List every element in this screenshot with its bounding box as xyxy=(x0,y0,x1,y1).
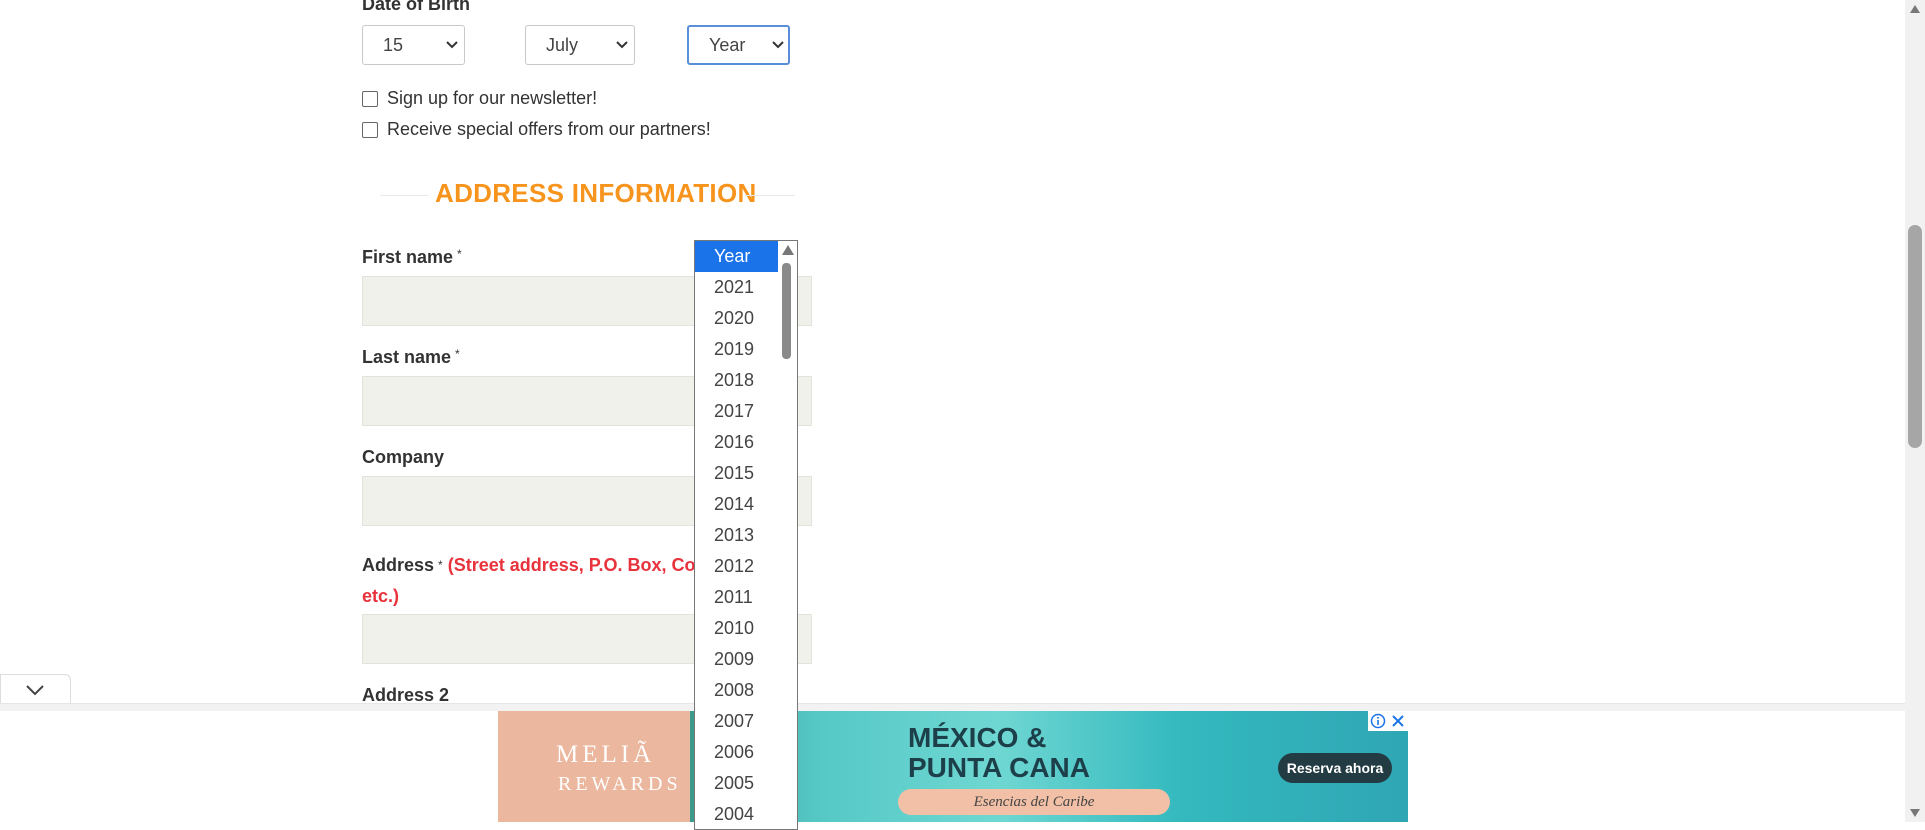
offers-checkbox[interactable] xyxy=(362,122,378,138)
year-option[interactable]: 2011 xyxy=(695,582,778,613)
required-mark: * xyxy=(455,347,460,361)
address-note-continued: etc.) xyxy=(362,586,400,606)
year-option[interactable]: 2017 xyxy=(695,396,778,427)
ad-cta-button[interactable]: Reserva ahora xyxy=(1278,753,1392,783)
year-option[interactable]: 2018 xyxy=(695,365,778,396)
year-option[interactable]: 2009 xyxy=(695,644,778,675)
first-name-label-text: First name xyxy=(362,247,454,267)
scroll-up-icon[interactable] xyxy=(1909,4,1921,14)
year-option[interactable]: 2006 xyxy=(695,737,778,768)
section-divider-left xyxy=(380,195,428,196)
required-mark: * xyxy=(457,247,462,261)
last-name-label-text: Last name xyxy=(362,347,452,367)
offers-label: Receive special offers from our partners… xyxy=(387,119,711,139)
year-option[interactable]: Year xyxy=(695,241,778,272)
ad-banner[interactable]: MELIÃ REWARDS MÉXICO & PUNTA CANA Esenci… xyxy=(498,711,1408,822)
year-option[interactable]: 2008 xyxy=(695,675,778,706)
ad-collapse-button[interactable] xyxy=(0,674,71,704)
ad-controls xyxy=(1368,711,1408,731)
year-option[interactable]: 2019 xyxy=(695,334,778,365)
year-option[interactable]: 2021 xyxy=(695,272,778,303)
year-dropdown-list[interactable]: Year 2021 2020 2019 2018 2017 2016 2015 2014 2013… xyxy=(694,240,798,830)
year-option[interactable]: 2014 xyxy=(695,489,778,520)
ad-brand-sub: REWARDS xyxy=(558,773,682,795)
ad-bar-separator xyxy=(0,703,1905,711)
dob-label: Date of Birth xyxy=(362,0,470,14)
year-option[interactable]: 2020 xyxy=(695,303,778,334)
ad-headline-line1: MÉXICO & xyxy=(908,722,1047,753)
year-option[interactable]: 2012 xyxy=(695,551,778,582)
address-note: (Street address, P.O. Box, Com xyxy=(447,555,712,575)
ad-tagline: Esencias del Caribe xyxy=(898,789,1170,815)
section-title: ADDRESS INFORMATION xyxy=(435,178,757,208)
dob-year-select[interactable]: Year xyxy=(687,25,790,65)
company-label: Company xyxy=(362,447,445,467)
ad-headline-line2: PUNTA CANA xyxy=(908,752,1090,783)
year-option[interactable]: 2016 xyxy=(695,427,778,458)
first-name-label: First name * xyxy=(362,247,462,268)
dropdown-scroll-thumb[interactable] xyxy=(782,263,791,359)
address-label-text: Address xyxy=(362,555,435,575)
last-name-label: Last name * xyxy=(362,347,460,368)
required-mark: * xyxy=(438,558,443,572)
dob-month-select[interactable]: July xyxy=(525,25,635,65)
newsletter-label: Sign up for our newsletter! xyxy=(387,88,598,108)
year-option[interactable]: 2005 xyxy=(695,768,778,799)
page-scroll-thumb[interactable] xyxy=(1908,225,1922,448)
info-icon[interactable] xyxy=(1370,713,1386,729)
year-option[interactable]: 2015 xyxy=(695,458,778,489)
dob-day-select[interactable]: 15 xyxy=(362,25,465,65)
ad-brand-name: MELIÃ xyxy=(556,741,656,768)
scroll-down-icon[interactable] xyxy=(1909,808,1921,818)
dob-year-value: Year xyxy=(709,35,746,55)
chevron-down-icon xyxy=(616,41,628,49)
year-option[interactable]: 2007 xyxy=(695,706,778,737)
year-option[interactable]: 2010 xyxy=(695,613,778,644)
dob-month-value: July xyxy=(546,35,579,55)
ad-headline: MÉXICO & PUNTA CANA xyxy=(908,723,1090,783)
chevron-down-icon xyxy=(446,41,458,49)
newsletter-checkbox[interactable] xyxy=(362,91,378,107)
scroll-up-icon[interactable] xyxy=(781,244,795,256)
section-divider-right xyxy=(745,195,795,196)
close-icon[interactable] xyxy=(1390,713,1406,729)
year-option[interactable]: 2013 xyxy=(695,520,778,551)
dob-day-value: 15 xyxy=(383,35,404,55)
chevron-down-icon xyxy=(26,685,44,696)
chevron-down-icon xyxy=(772,41,784,49)
year-option[interactable]: 2004 xyxy=(695,799,778,829)
